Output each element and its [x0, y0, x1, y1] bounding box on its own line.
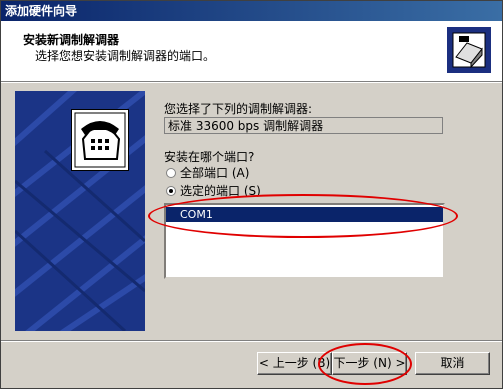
next-button[interactable]: 下一步 (N) > — [332, 352, 407, 375]
radio-selected-ports[interactable]: 选定的端口 (S) — [166, 182, 261, 199]
radio-all-ports[interactable]: 全部端口 (A) — [166, 164, 249, 181]
wizard-side-panel — [15, 91, 145, 331]
radio-all-ports-button[interactable] — [166, 167, 176, 178]
cancel-button[interactable]: 取消 — [415, 352, 490, 375]
port-listbox[interactable]: COM1 — [164, 203, 445, 279]
header-title: 安装新调制解调器 — [23, 33, 120, 47]
radio-selected-ports-label: 选定的端口 (S) — [180, 184, 261, 198]
selected-modem-field: 标准 33600 bps 调制解调器 — [164, 117, 443, 134]
radio-all-ports-label: 全部端口 (A) — [180, 166, 250, 180]
selected-modem-label: 您选择了下列的调制解调器: — [164, 102, 313, 116]
radio-selected-ports-button[interactable] — [166, 185, 176, 196]
title-bar: 添加硬件向导 — [1, 1, 502, 21]
back-button[interactable]: < 上一步 (B) — [257, 352, 332, 375]
wizard-header: 安装新调制解调器 选择您想安装调制解调器的端口。 — [1, 21, 502, 82]
telephone-icon — [71, 109, 129, 171]
header-divider — [1, 82, 502, 83]
header-subtitle: 选择您想安装调制解调器的端口。 — [35, 49, 216, 63]
port-choice-label: 安装在哪个端口? — [164, 150, 255, 164]
footer-divider-highlight — [1, 341, 502, 342]
wizard-window: 添加硬件向导 安装新调制解调器 选择您想安装调制解调器的端口。 您选择了下列的调… — [0, 0, 503, 389]
modem-install-icon — [447, 27, 491, 73]
list-item[interactable]: COM1 — [166, 207, 443, 222]
